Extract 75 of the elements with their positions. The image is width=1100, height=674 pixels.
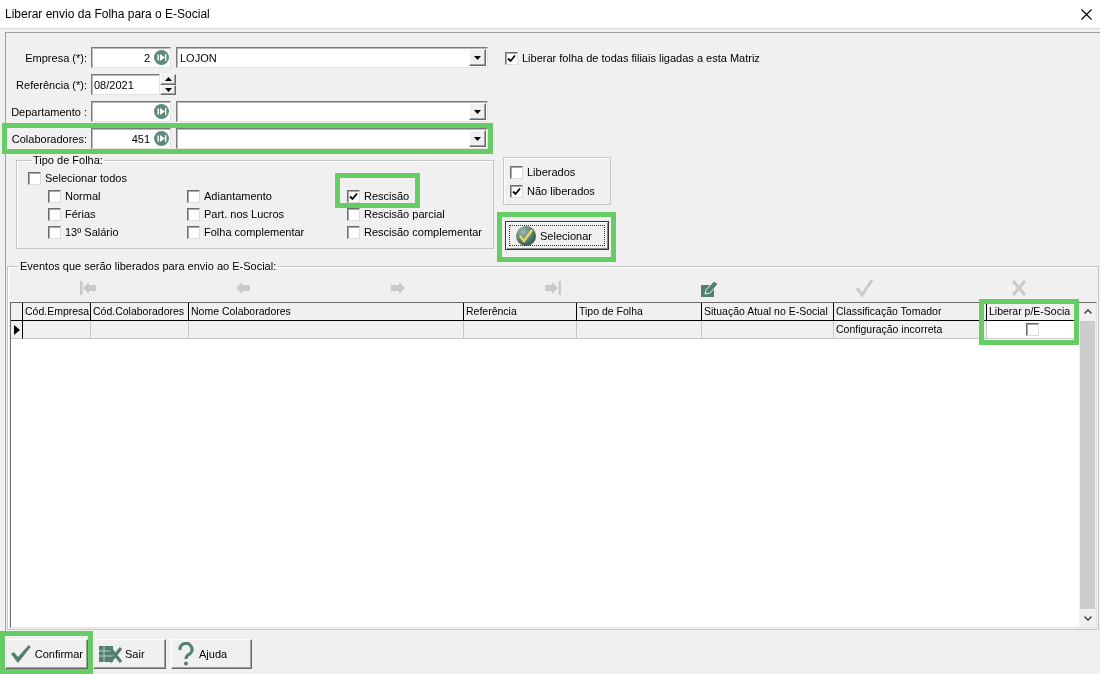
checkbox[interactable]: [1026, 323, 1039, 336]
field-label: Colaboradores:: [10, 132, 88, 145]
check-icon: [10, 644, 32, 664]
checkbox-label: 13º Salário: [65, 226, 119, 239]
column-header: Tipo de Folha: [577, 303, 702, 321]
checkbox-label: Liberar folha de todas filiais ligadas a esta Matriz: [522, 52, 760, 65]
checkbox-label: Rescisão complementar: [364, 226, 482, 239]
combo-box[interactable]: LOJON: [176, 47, 488, 68]
checkbox-label: Liberados: [527, 166, 576, 179]
checkbox-label: Normal: [65, 190, 101, 203]
caret-down-icon: [474, 136, 481, 141]
dropdown-button[interactable]: [469, 103, 486, 120]
field-label: Departamento :: [10, 105, 88, 118]
dropdown-button[interactable]: [469, 130, 486, 147]
checkbox[interactable]: [28, 172, 41, 185]
checkbox[interactable]: [505, 52, 518, 65]
group-title: Eventos que serão liberados para envio ao E-Social:: [19, 260, 278, 272]
field-label: Empresa (*):: [24, 51, 88, 64]
caret-down-icon: [474, 109, 481, 114]
play-circle-icon[interactable]: [154, 131, 169, 146]
chevron-down-icon: [1083, 616, 1092, 621]
code-field[interactable]: 451: [91, 128, 171, 149]
chevron-up-icon: [1083, 309, 1092, 314]
checkbox[interactable]: [48, 190, 61, 203]
spin-down-button[interactable]: [160, 84, 176, 95]
caret-down-icon: [164, 87, 172, 92]
field-label: Referência (*):: [15, 78, 88, 91]
question-mark-icon: [176, 642, 196, 666]
column-header: Cód.Empresa: [23, 303, 91, 321]
checkbox[interactable]: [347, 226, 360, 239]
checkbox[interactable]: [187, 208, 200, 221]
checkbox[interactable]: [187, 190, 200, 203]
checkbox-label: Adiantamento: [204, 190, 272, 203]
pencil-icon[interactable]: [698, 278, 719, 298]
checkbox[interactable]: [347, 208, 360, 221]
date-field[interactable]: 08/2021: [91, 74, 160, 95]
combo-box[interactable]: [176, 128, 488, 149]
group-title: Tipo de Folha:: [32, 154, 104, 166]
window-title: Liberar envio da Folha para o E-Social: [5, 7, 210, 21]
spin-up-button[interactable]: [160, 74, 176, 85]
close-icon: [1080, 8, 1092, 20]
checkbox-label: Selecionar todos: [45, 172, 127, 185]
table-cell: Configuração incorreta: [834, 321, 987, 339]
exit-button[interactable]: Sair: [93, 639, 166, 669]
checkbox[interactable]: [510, 166, 523, 179]
column-header: Classificação Tomador: [834, 303, 987, 321]
checkbox-label: Folha complementar: [204, 226, 305, 239]
confirm-button[interactable]: Confirmar: [5, 639, 88, 669]
column-header: Referência: [464, 303, 577, 321]
checkbox-label: Part. nos Lucros: [204, 208, 285, 221]
checkbox[interactable]: [48, 226, 61, 239]
checkbox[interactable]: [347, 190, 360, 203]
column-header: Situação Atual no E-Social: [702, 303, 834, 321]
play-circle-icon[interactable]: [154, 50, 169, 65]
grid-x-icon: [98, 644, 122, 664]
checkbox[interactable]: [510, 185, 523, 198]
caret-down-icon: [474, 55, 481, 60]
column-header: Cód.Colaboradores: [91, 303, 189, 321]
help-button[interactable]: Ajuda: [171, 639, 252, 669]
checkbox[interactable]: [48, 208, 61, 221]
checkbox-label: Não liberados: [527, 185, 595, 198]
checkbox-label: Rescisão: [364, 190, 410, 203]
caret-up-icon: [164, 77, 172, 82]
combo-box[interactable]: [176, 101, 488, 122]
checkbox[interactable]: [187, 226, 200, 239]
column-header: Nome Colaboradores: [189, 303, 464, 321]
checkbox-label: Férias: [65, 208, 96, 221]
play-circle-icon[interactable]: [154, 104, 169, 119]
code-field[interactable]: 2: [91, 47, 171, 68]
code-field[interactable]: [91, 101, 171, 122]
check-ball-icon: [516, 225, 536, 246]
checkbox-label: Rescisão parcial: [364, 208, 445, 221]
dropdown-button[interactable]: [469, 49, 486, 66]
scrollbar-thumb[interactable]: [1080, 321, 1095, 609]
select-button[interactable]: Selecionar: [505, 221, 609, 250]
